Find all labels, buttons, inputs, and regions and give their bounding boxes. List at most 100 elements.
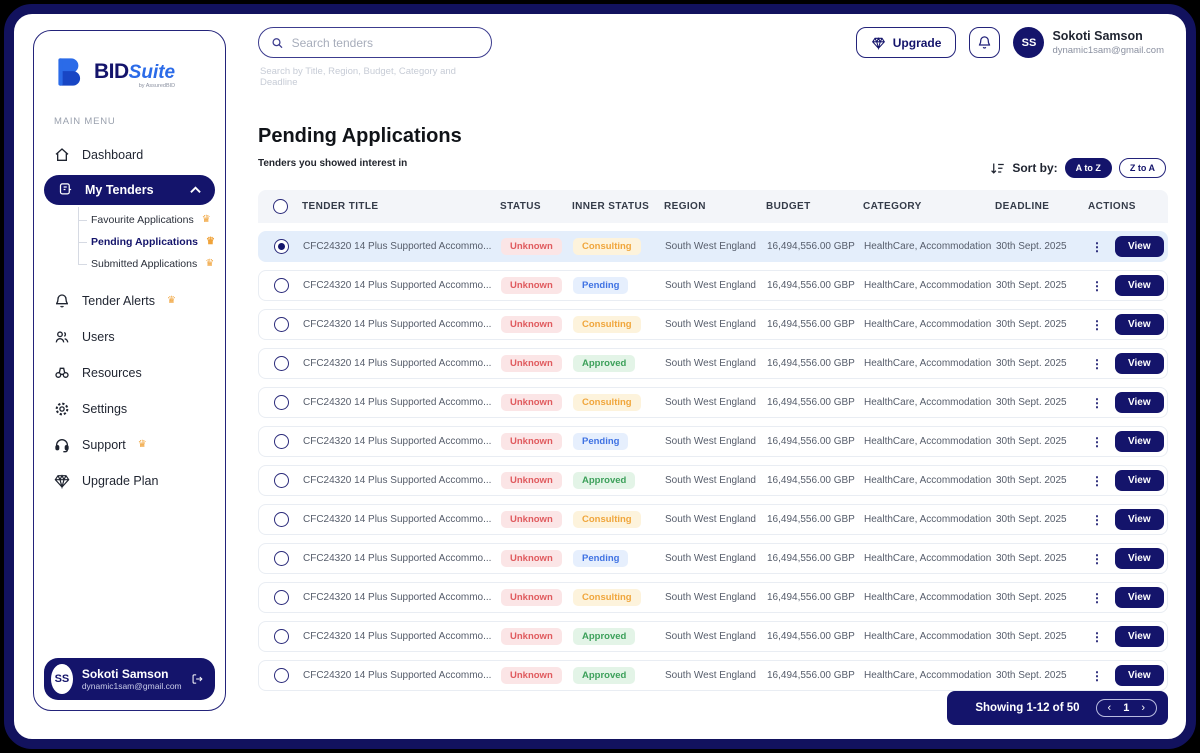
row-menu-icon[interactable]: ⋮ [1089,669,1105,683]
view-button[interactable]: View [1115,275,1164,296]
sort-label: Sort by: [1012,161,1057,175]
view-button[interactable]: View [1115,392,1164,413]
select-all-radio[interactable] [273,199,288,214]
inner-status-badge: Pending [573,433,628,450]
row-menu-icon[interactable]: ⋮ [1089,318,1105,332]
tender-title-cell: CFC24320 14 Plus Supported Accommo... [303,397,501,408]
sidebar-item-tender-alerts[interactable]: Tender Alerts ♛ [34,283,225,319]
current-page[interactable]: 1 [1123,702,1129,714]
view-button[interactable]: View [1115,353,1164,374]
view-button[interactable]: View [1115,548,1164,569]
view-button[interactable]: View [1115,626,1164,647]
table-row[interactable]: CFC24320 14 Plus Supported Accommo... Un… [258,465,1168,496]
tender-title-cell: CFC24320 14 Plus Supported Accommo... [303,670,501,681]
sidebar-item-settings[interactable]: Settings [34,391,225,427]
row-menu-icon[interactable]: ⋮ [1089,435,1105,449]
row-radio[interactable] [274,434,289,449]
logout-icon[interactable] [191,671,203,687]
row-radio[interactable] [274,668,289,683]
next-page-icon[interactable]: › [1141,702,1145,714]
subitem-label: Pending Applications [91,236,198,248]
category-cell: HealthCare, Accommodation [864,475,996,486]
view-button[interactable]: View [1115,665,1164,686]
row-menu-icon[interactable]: ⋮ [1089,240,1105,254]
row-radio[interactable] [274,278,289,293]
view-button[interactable]: View [1115,509,1164,530]
subitem-label: Submitted Applications [91,258,197,270]
row-menu-icon[interactable]: ⋮ [1089,552,1105,566]
table-row[interactable]: CFC24320 14 Plus Supported Accommo... Un… [258,543,1168,574]
sidebar-user-card[interactable]: SS Sokoti Samson dynamic1sam@gmail.com [44,658,215,700]
prev-page-icon[interactable]: ‹ [1108,702,1112,714]
row-radio[interactable] [274,512,289,527]
table-row[interactable]: CFC24320 14 Plus Supported Accommo... Un… [258,582,1168,613]
sidebar-item-upgrade-plan[interactable]: Upgrade Plan [34,463,225,499]
row-radio[interactable] [274,356,289,371]
profile-menu[interactable]: SS Sokoti Samson dynamic1sam@gmail.com [1013,27,1164,58]
sort-bar: Sort by: A to Z Z to A [990,158,1166,178]
sidebar-item-dashboard[interactable]: Dashboard [34,137,225,173]
sidebar-subitem-submitted-applications[interactable]: Submitted Applications ♛ [78,253,225,275]
row-radio[interactable] [274,590,289,605]
main-menu-label: MAIN MENU [54,116,225,127]
row-radio[interactable] [274,317,289,332]
row-radio[interactable] [274,473,289,488]
search-box[interactable] [258,27,492,58]
sidebar-item-resources[interactable]: Resources [34,355,225,391]
table-row[interactable]: CFC24320 14 Plus Supported Accommo... Un… [258,387,1168,418]
row-radio[interactable] [274,239,289,254]
sidebar-item-support[interactable]: Support ♛ [34,427,225,463]
sort-asc-button[interactable]: A to Z [1065,158,1112,178]
logo-b-icon [54,55,90,89]
category-cell: HealthCare, Accommodation [864,397,996,408]
view-button[interactable]: View [1115,587,1164,608]
table-row[interactable]: CFC24320 14 Plus Supported Accommo... Un… [258,621,1168,652]
table-row[interactable]: CFC24320 14 Plus Supported Accommo... Un… [258,504,1168,535]
row-radio[interactable] [274,551,289,566]
table-row[interactable]: CFC24320 14 Plus Supported Accommo... Un… [258,231,1168,262]
view-button[interactable]: View [1115,431,1164,452]
row-menu-icon[interactable]: ⋮ [1089,357,1105,371]
sidebar-item-label: Users [82,330,115,344]
row-menu-icon[interactable]: ⋮ [1089,513,1105,527]
premium-crown-icon: ♛ [202,215,211,225]
sidebar-subitem-pending-applications[interactable]: Pending Applications ♛ [78,231,225,253]
row-radio[interactable] [274,629,289,644]
category-cell: HealthCare, Accommodation [864,631,996,642]
premium-crown-icon: ♛ [167,296,176,306]
region-cell: South West England [665,319,767,330]
row-radio[interactable] [274,395,289,410]
view-button[interactable]: View [1115,314,1164,335]
row-menu-icon[interactable]: ⋮ [1089,396,1105,410]
sort-desc-button[interactable]: Z to A [1119,158,1166,178]
table-row[interactable]: CFC24320 14 Plus Supported Accommo... Un… [258,660,1168,691]
view-button[interactable]: View [1115,470,1164,491]
search-icon [271,36,284,50]
table-row[interactable]: CFC24320 14 Plus Supported Accommo... Un… [258,348,1168,379]
topbar-actions: Upgrade SS Sokoti Samson dynamic1sam@gma… [856,27,1164,58]
deadline-cell: 30th Sept. 2025 [996,280,1089,291]
search-input[interactable] [292,36,479,50]
table-row[interactable]: CFC24320 14 Plus Supported Accommo... Un… [258,270,1168,301]
row-menu-icon[interactable]: ⋮ [1089,630,1105,644]
row-menu-icon[interactable]: ⋮ [1089,474,1105,488]
row-menu-icon[interactable]: ⋮ [1089,591,1105,605]
sidebar-item-my-tenders[interactable]: My Tenders [44,175,215,205]
row-menu-icon[interactable]: ⋮ [1089,279,1105,293]
table-row[interactable]: CFC24320 14 Plus Supported Accommo... Un… [258,309,1168,340]
upgrade-button[interactable]: Upgrade [856,27,957,58]
view-button[interactable]: View [1115,236,1164,257]
status-badge: Unknown [501,550,562,567]
notifications-button[interactable] [969,27,1000,58]
deadline-cell: 30th Sept. 2025 [996,670,1089,681]
deadline-cell: 30th Sept. 2025 [996,553,1089,564]
region-cell: South West England [665,553,767,564]
col-actions: ACTIONS [1088,201,1168,212]
upgrade-label: Upgrade [893,36,942,50]
sidebar-item-users[interactable]: Users [34,319,225,355]
table-row[interactable]: CFC24320 14 Plus Supported Accommo... Un… [258,426,1168,457]
sidebar-subitem-favourite-applications[interactable]: Favourite Applications ♛ [78,209,225,231]
budget-cell: 16,494,556.00 GBP [767,436,864,447]
status-badge: Unknown [501,238,562,255]
region-cell: South West England [665,631,767,642]
